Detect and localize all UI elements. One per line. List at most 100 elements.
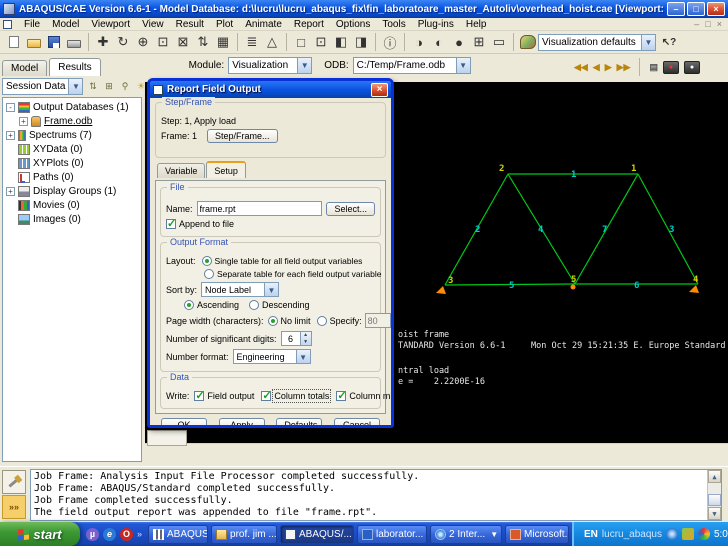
- step-frame-button[interactable]: Step/Frame...: [207, 129, 278, 143]
- dialog-title-bar[interactable]: Report Field Output ×: [150, 81, 391, 98]
- menu-view[interactable]: View: [136, 19, 170, 30]
- scroll-thumb[interactable]: [708, 494, 721, 506]
- open-button[interactable]: [24, 32, 44, 52]
- color-code-button[interactable]: [518, 32, 538, 52]
- field-output-checkbox[interactable]: [194, 391, 204, 401]
- minimize-button[interactable]: –: [667, 2, 685, 16]
- last-frame-button[interactable]: ▶▶: [617, 62, 631, 73]
- monitor-button[interactable]: ▭: [489, 32, 509, 52]
- record-animation-button[interactable]: ●: [663, 61, 679, 74]
- single-table-radio[interactable]: [202, 256, 212, 266]
- menu-options[interactable]: Options: [330, 19, 376, 30]
- taskbar-task-word[interactable]: laborator...: [357, 525, 427, 544]
- restore-button[interactable]: □: [687, 2, 705, 16]
- mdi-minimize-button[interactable]: –: [694, 19, 699, 29]
- tree-item-images[interactable]: Images (0): [3, 212, 141, 226]
- shaded-render-button[interactable]: ◧: [331, 32, 351, 52]
- opera-icon[interactable]: O: [120, 528, 133, 541]
- message-area-button[interactable]: [2, 470, 26, 494]
- tab-variable[interactable]: Variable: [157, 163, 205, 178]
- auto-fit-button[interactable]: ⊠: [173, 32, 193, 52]
- utorrent-icon[interactable]: µ: [86, 528, 99, 541]
- filter-icon[interactable]: ⚲: [118, 80, 131, 93]
- material-orientation-button[interactable]: ●: [449, 32, 469, 52]
- box-zoom-button[interactable]: ⊡: [153, 32, 173, 52]
- spinner-arrows-icon[interactable]: ▲▼: [301, 331, 312, 346]
- specify-width-input[interactable]: [365, 313, 391, 328]
- append-checkbox[interactable]: [166, 219, 176, 229]
- menu-result[interactable]: Result: [170, 19, 210, 30]
- chevron-down-icon[interactable]: ▼: [296, 350, 310, 363]
- module-combo[interactable]: Visualization ▼: [228, 57, 312, 74]
- session-data-combo[interactable]: Session Data ▼: [2, 78, 83, 95]
- new-file-button[interactable]: [4, 32, 24, 52]
- viewport-layout-button[interactable]: ⊞: [469, 32, 489, 52]
- column-totals-checkbox[interactable]: [261, 391, 271, 401]
- tree-item-xydata[interactable]: XYData (0): [3, 142, 141, 156]
- collapse-icon[interactable]: -: [6, 103, 15, 112]
- wireframe-render-button[interactable]: □: [291, 32, 311, 52]
- previous-frame-button[interactable]: ◀: [593, 62, 600, 73]
- select-file-button[interactable]: Select...: [326, 202, 375, 216]
- symbol-plot-button[interactable]: ◐: [429, 32, 449, 52]
- query-button[interactable]: ≣: [242, 32, 262, 52]
- apply-button[interactable]: Apply: [219, 418, 265, 428]
- chevron-down-icon[interactable]: ▼: [641, 35, 655, 50]
- pan-button[interactable]: ✚: [93, 32, 113, 52]
- snapshot-button[interactable]: ●: [684, 61, 700, 74]
- chevron-down-icon[interactable]: ▼: [264, 283, 278, 296]
- tab-model[interactable]: Model: [2, 60, 47, 76]
- contour-plot-button[interactable]: ◑: [409, 32, 429, 52]
- cancel-button[interactable]: Cancel: [334, 418, 380, 428]
- views-toolbox-button[interactable]: ▦: [213, 32, 233, 52]
- menu-plot[interactable]: Plot: [210, 19, 239, 30]
- tray-messenger-icon[interactable]: [666, 528, 678, 540]
- chevron-down-icon[interactable]: ▼: [456, 58, 470, 73]
- expand-icon[interactable]: +: [6, 187, 15, 196]
- print-button[interactable]: [64, 32, 84, 52]
- start-button[interactable]: start: [0, 522, 80, 546]
- next-frame-button[interactable]: ▶: [605, 62, 612, 73]
- tree-item-frame-odb[interactable]: + Frame.odb: [3, 114, 141, 128]
- tree-item-movies[interactable]: Movies (0): [3, 198, 141, 212]
- dialog-close-button[interactable]: ×: [371, 83, 388, 97]
- number-format-combo[interactable]: Engineering ▼: [233, 349, 311, 364]
- cycle-views-button[interactable]: ⇅: [193, 32, 213, 52]
- language-indicator[interactable]: EN: [584, 529, 598, 540]
- descending-radio[interactable]: [249, 300, 259, 310]
- command-line-button[interactable]: »»: [2, 495, 26, 519]
- magnify-button[interactable]: ⊕: [133, 32, 153, 52]
- no-limit-radio[interactable]: [268, 316, 278, 326]
- sort-by-combo[interactable]: Node Label ▼: [201, 282, 279, 297]
- chevron-down-icon[interactable]: ▼: [68, 79, 82, 94]
- separate-table-radio[interactable]: [204, 269, 214, 279]
- scrollbar[interactable]: ▲ ▼: [707, 470, 721, 520]
- tab-results[interactable]: Results: [49, 58, 100, 76]
- tree-item-spectrums[interactable]: + Spectrums (7): [3, 128, 141, 142]
- menu-viewport[interactable]: Viewport: [85, 19, 136, 30]
- tray-app-icon[interactable]: [682, 528, 694, 540]
- create-icon[interactable]: ⊞: [102, 80, 115, 93]
- tree-item-paths[interactable]: Paths (0): [3, 170, 141, 184]
- column-minmax-checkbox[interactable]: [336, 391, 346, 401]
- save-button[interactable]: [44, 32, 64, 52]
- taskbar-task-folder[interactable]: prof. jim ...: [211, 525, 277, 544]
- chevron-down-icon[interactable]: ▼: [488, 530, 500, 539]
- menu-tools[interactable]: Tools: [376, 19, 411, 30]
- expand-icon[interactable]: +: [19, 117, 28, 126]
- scroll-down-icon[interactable]: ▼: [708, 507, 721, 520]
- taskbar-task-abaqus-1[interactable]: ABAQUS ...: [148, 525, 208, 544]
- message-log[interactable]: Job Frame: Analysis Input File Processor…: [30, 469, 722, 521]
- tools-button[interactable]: △: [262, 32, 282, 52]
- expand-icon[interactable]: +: [6, 131, 15, 140]
- capture-settings-button[interactable]: ▤: [649, 62, 658, 73]
- menu-report[interactable]: Report: [288, 19, 330, 30]
- menu-animate[interactable]: Animate: [239, 19, 288, 30]
- mdi-restore-button[interactable]: □: [705, 19, 710, 29]
- ok-button[interactable]: OK: [161, 418, 207, 428]
- close-button[interactable]: ×: [707, 2, 725, 16]
- info-button[interactable]: ⓘ: [380, 32, 400, 52]
- menu-model[interactable]: Model: [46, 19, 85, 30]
- odb-combo[interactable]: C:/Temp/Frame.odb ▼: [353, 57, 471, 74]
- scroll-up-icon[interactable]: ▲: [708, 470, 721, 483]
